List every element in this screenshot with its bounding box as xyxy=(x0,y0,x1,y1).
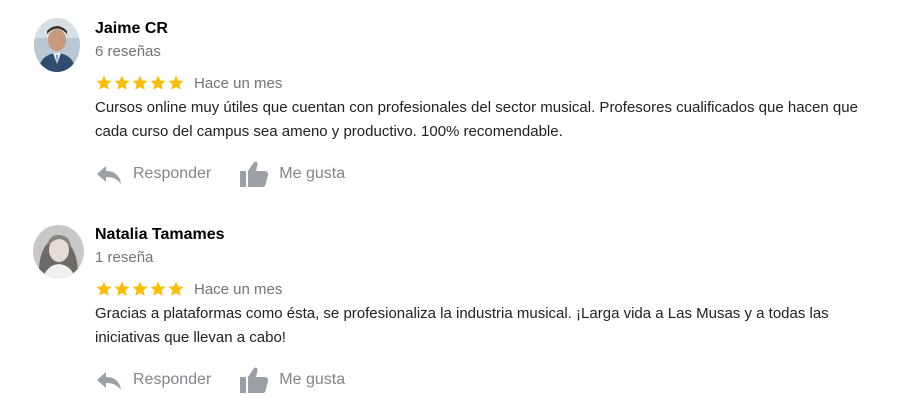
review-text: Gracias a plataformas como ésta, se prof… xyxy=(95,305,829,346)
review-actions: Responder Me gusta xyxy=(95,364,345,396)
star-icon xyxy=(96,75,112,90)
like-label: Me gusta xyxy=(279,371,346,388)
like-button[interactable]: Me gusta xyxy=(239,160,345,188)
reply-icon xyxy=(97,372,121,390)
star-rating xyxy=(95,280,185,298)
rating-row: Hace un mes xyxy=(95,279,282,299)
star-icon xyxy=(132,75,148,90)
review-text: Cursos online muy útiles que cuentan con… xyxy=(95,99,858,140)
thumbs-up-icon xyxy=(240,161,269,187)
avatar[interactable] xyxy=(34,18,80,72)
rating-row: Hace un mes xyxy=(95,73,282,93)
star-icon xyxy=(168,281,184,296)
reply-label: Responder xyxy=(133,165,212,182)
reply-button[interactable]: Responder xyxy=(95,368,211,392)
like-button[interactable]: Me gusta xyxy=(239,366,345,394)
reply-icon xyxy=(97,166,121,184)
review-date: Hace un mes xyxy=(194,280,283,298)
star-icon xyxy=(114,75,130,90)
star-rating xyxy=(95,74,185,92)
author-review-count: 1 reseña xyxy=(95,249,154,266)
reply-button[interactable]: Responder xyxy=(95,162,211,186)
review-date: Hace un mes xyxy=(194,74,283,92)
thumbs-up-icon xyxy=(240,367,269,393)
review-actions: Responder Me gusta xyxy=(95,158,345,190)
review-author-name[interactable]: Natalia Tamames xyxy=(95,226,225,244)
review-author-name[interactable]: Jaime CR xyxy=(95,20,168,38)
star-icon xyxy=(114,281,130,296)
star-icon xyxy=(132,281,148,296)
star-icon xyxy=(150,75,166,90)
star-icon xyxy=(168,75,184,90)
star-icon xyxy=(150,281,166,296)
avatar[interactable] xyxy=(33,225,84,278)
reply-label: Responder xyxy=(133,371,212,388)
like-label: Me gusta xyxy=(279,165,346,182)
author-review-count: 6 reseñas xyxy=(95,43,161,60)
star-icon xyxy=(96,281,112,296)
